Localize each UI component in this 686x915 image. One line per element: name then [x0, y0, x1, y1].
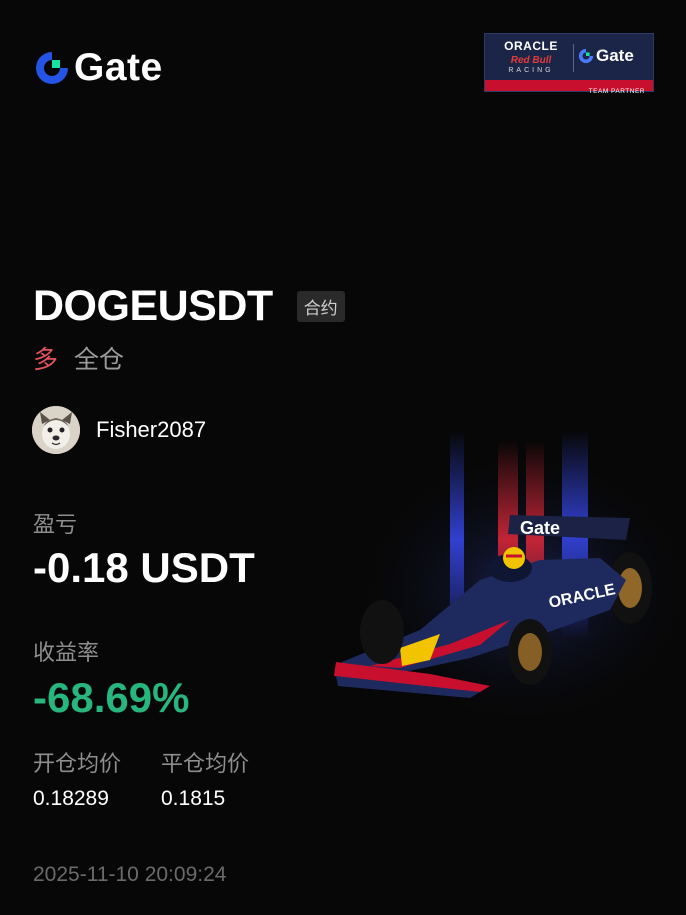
open-avg-price-label: 开仓均价	[33, 751, 122, 776]
car-wing-text: Gate	[520, 518, 560, 538]
partner-red-bull-text: Red Bull	[510, 55, 552, 66]
f1-car-illustration: Gate ORACLE	[330, 430, 686, 720]
open-avg-price: 0.18289	[33, 787, 109, 810]
dog-avatar-icon	[32, 406, 80, 454]
trading-pair: DOGEUSDT	[33, 282, 273, 330]
close-avg-price-label: 平仓均价	[161, 751, 250, 776]
gate-logo: Gate	[34, 44, 163, 92]
margin-mode: 全仓	[74, 346, 125, 374]
partner-divider	[573, 44, 574, 72]
partner-gate-text: Gate	[596, 46, 634, 65]
roi-value: -68.69%	[33, 674, 190, 721]
username: Fisher2087	[96, 417, 207, 442]
brand-name: Gate	[74, 46, 163, 89]
pnl-share-card: Gate ORACLE Red Bull RACING Gate TEAM PA…	[0, 0, 686, 915]
partner-strip: TEAM PARTNER	[485, 80, 653, 95]
close-avg-price: 0.1815	[161, 787, 226, 810]
oracle-red-bull-racing-logo: ORACLE Red Bull RACING	[491, 39, 571, 74]
pnl-value: -0.18 USDT	[33, 544, 255, 591]
team-partner-badge: ORACLE Red Bull RACING Gate TEAM PARTNER	[484, 33, 654, 95]
contract-type-badge: 合约	[296, 291, 345, 322]
position-side: 多	[33, 346, 59, 374]
team-partner-label: TEAM PARTNER	[588, 88, 645, 95]
partner-oracle-text: ORACLE	[504, 39, 558, 53]
position-side-row: 多 全仓	[33, 340, 124, 376]
avatar	[32, 406, 80, 454]
partner-racing-text: RACING	[508, 67, 554, 74]
f1-car-icon: Gate ORACLE	[330, 430, 686, 720]
partner-gate-logo: Gate	[578, 46, 634, 66]
pair-row: DOGEUSDT 合约	[33, 282, 345, 331]
gate-logo-icon	[36, 52, 68, 84]
roi-label: 收益率	[33, 640, 100, 665]
gate-logo-icon	[578, 48, 594, 64]
user-info: Fisher2087	[32, 406, 206, 454]
pnl-label: 盈亏	[33, 512, 78, 537]
timestamp: 2025-11-10 20:09:24	[33, 863, 227, 886]
